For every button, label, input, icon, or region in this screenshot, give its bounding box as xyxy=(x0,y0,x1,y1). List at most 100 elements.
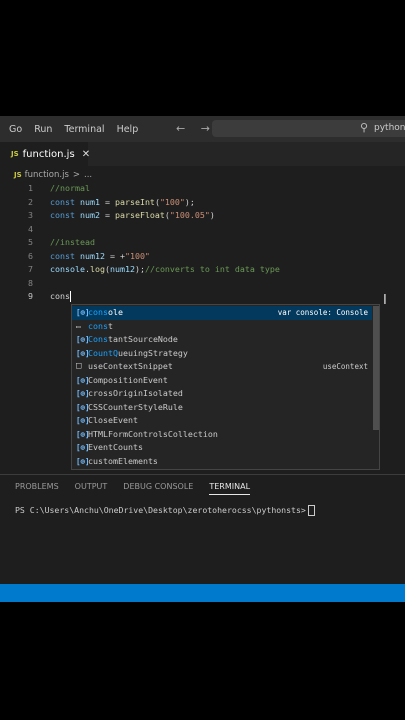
command-center-search[interactable]: ⚲ pythons xyxy=(212,120,405,137)
code-token: "100" xyxy=(159,196,185,207)
code-text: cons xyxy=(50,290,71,303)
suggestion-scrollbar[interactable] xyxy=(373,306,379,430)
code-token: const xyxy=(50,196,80,207)
code-token: parseFloat xyxy=(114,210,165,220)
suggestion-item[interactable]: ▭ const xyxy=(72,320,372,334)
title-bar: Go Run Terminal Help ← → ⚲ pythons xyxy=(0,116,405,142)
tab-terminal[interactable]: TERMINAL xyxy=(209,482,251,495)
code-token: num2 xyxy=(79,210,100,220)
suggestion-label: CloseEvent xyxy=(88,414,138,428)
suggestion-item[interactable]: [⊚] customElements xyxy=(72,455,372,469)
tab-output[interactable]: OUTPUT xyxy=(75,482,108,495)
suggestion-item[interactable]: [⊚] EventCounts xyxy=(72,441,372,455)
code-line[interactable]: 5 //instead xyxy=(0,236,405,249)
breadcrumb-file[interactable]: function.js xyxy=(25,170,69,180)
suggestion-item[interactable]: □ useContextSnippet useContext xyxy=(72,360,372,374)
code-text: const num2 = parseFloat("100.05") xyxy=(50,209,215,222)
js-file-icon: JS xyxy=(14,171,22,179)
code-token: //instead xyxy=(50,237,95,247)
code-token: = xyxy=(99,210,115,220)
suggestion-label: EventCounts xyxy=(88,441,143,455)
menu-run[interactable]: Run xyxy=(28,124,58,135)
suggestion-item[interactable]: [⊚] CompositionEvent xyxy=(72,374,372,388)
line-number: 2 xyxy=(28,196,33,207)
suggestion-match: cons xyxy=(88,307,108,317)
suggestion-label: CSSCounterStyleRule xyxy=(88,401,183,415)
suggestion-item[interactable]: [⊚] HTMLFormControlsCollection xyxy=(72,428,372,442)
code-token: = xyxy=(99,196,115,207)
suggestion-rest: crossOriginIsolated xyxy=(88,388,183,398)
suggestion-detail: var console: Console xyxy=(277,308,368,317)
suggestion-match: CountQ xyxy=(88,347,118,358)
code-token: cons xyxy=(50,291,70,301)
suggestion-item[interactable]: [⊚] CountQueuingStrategy xyxy=(72,347,372,361)
suggestion-label: console xyxy=(88,306,123,320)
menu-help[interactable]: Help xyxy=(111,124,145,135)
code-line[interactable]: 3 const num2 = parseFloat("100.05") xyxy=(0,209,405,222)
suggestion-detail: useContext xyxy=(322,362,368,371)
caret xyxy=(69,291,71,302)
code-text: //normal xyxy=(50,182,90,195)
line-number: 3 xyxy=(28,210,33,220)
search-icon: ⚲ xyxy=(360,121,369,134)
menu-go[interactable]: Go xyxy=(3,124,28,135)
suggestion-match: Cons xyxy=(88,334,108,344)
code-line[interactable]: 1 //normal xyxy=(0,182,405,195)
code-token: parseInt xyxy=(114,196,155,207)
code-line[interactable]: 4 xyxy=(0,223,405,236)
code-text: const num1 = parseInt("100"); xyxy=(50,196,195,209)
suggestion-rest: customElements xyxy=(88,455,158,466)
suggestion-label: useContextSnippet xyxy=(88,360,173,374)
code-token: num1 xyxy=(79,196,100,207)
tab-label: function.js xyxy=(22,148,75,160)
suggestion-rest: CSSCounterStyleRule xyxy=(88,401,183,412)
terminal-output[interactable]: PS C:\Users\Anchu\OneDrive\Desktop\zerot… xyxy=(15,505,315,516)
code-token: const xyxy=(50,210,80,220)
code-token: "100.05" xyxy=(169,210,210,220)
code-token: console xyxy=(50,264,85,274)
suggestion-rest: ueuingStrategy xyxy=(117,347,188,358)
suggestion-rest: EventCounts xyxy=(88,442,143,452)
line-number: 5 xyxy=(28,237,33,247)
code-token: ) xyxy=(209,210,215,220)
suggestion-label: HTMLFormControlsCollection xyxy=(88,428,218,442)
close-icon[interactable]: ✕ xyxy=(82,149,90,160)
code-line[interactable]: 7 console.log(num12);//converts to int da… xyxy=(0,263,405,276)
breadcrumb-separator: > xyxy=(72,170,80,180)
code-line[interactable]: 6 const num12 = +"100" xyxy=(0,250,405,263)
suggestion-label: crossOriginIsolated xyxy=(88,387,183,401)
code-token: = + xyxy=(104,250,125,261)
suggestion-rest: HTMLFormControlsCollection xyxy=(88,428,218,439)
tab-debug-console[interactable]: DEBUG CONSOLE xyxy=(123,482,193,495)
terminal-prompt: PS C:\Users\Anchu\OneDrive\Desktop\zerot… xyxy=(15,505,306,515)
suggestion-match: cons xyxy=(88,320,108,331)
vscode-window: Go Run Terminal Help ← → ⚲ pythons JS fu… xyxy=(0,116,405,602)
nav-arrows[interactable]: ← → xyxy=(176,122,216,135)
code-token: //converts to int data type xyxy=(144,264,280,274)
suggestion-label: const xyxy=(88,320,113,334)
menu-bar: Go Run Terminal Help xyxy=(0,124,144,135)
bottom-panel: PROBLEMS OUTPUT DEBUG CONSOLE TERMINAL P… xyxy=(0,474,405,585)
tab-problems[interactable]: PROBLEMS xyxy=(15,482,59,495)
code-line[interactable]: 9 cons xyxy=(0,290,405,303)
suggestion-item[interactable]: [⊚] console var console: Console xyxy=(72,306,372,320)
code-token: log xyxy=(89,264,105,274)
breadcrumb-rest[interactable]: ... xyxy=(84,170,92,180)
suggestion-item[interactable]: [⊚] CSSCounterStyleRule xyxy=(72,401,372,415)
suggestion-rest: useContextSnippet xyxy=(88,361,173,371)
suggestion-label: CountQueuingStrategy xyxy=(88,347,188,361)
line-number: 9 xyxy=(28,291,33,301)
suggestion-item[interactable]: [⊚] crossOriginIsolated xyxy=(72,387,372,401)
code-line[interactable]: 2 const num1 = parseInt("100"); xyxy=(0,196,405,209)
code-token: num12 xyxy=(79,250,105,261)
suggestion-rest: CompositionEvent xyxy=(88,374,168,385)
tab-function-js[interactable]: JS function.js ✕ xyxy=(0,142,90,166)
code-line[interactable]: 8 xyxy=(0,277,405,290)
menu-terminal[interactable]: Terminal xyxy=(58,124,110,135)
suggestion-item[interactable]: [⊚] ConstantSourceNode xyxy=(72,333,372,347)
suggestion-rest: tantSourceNode xyxy=(107,334,178,344)
code-token: //normal xyxy=(50,183,90,193)
suggestion-item[interactable]: [⊚] CloseEvent xyxy=(72,414,372,428)
code-text: const num12 = +"100" xyxy=(50,250,150,263)
code-text: console.log(num12);//converts to int dat… xyxy=(50,263,280,276)
